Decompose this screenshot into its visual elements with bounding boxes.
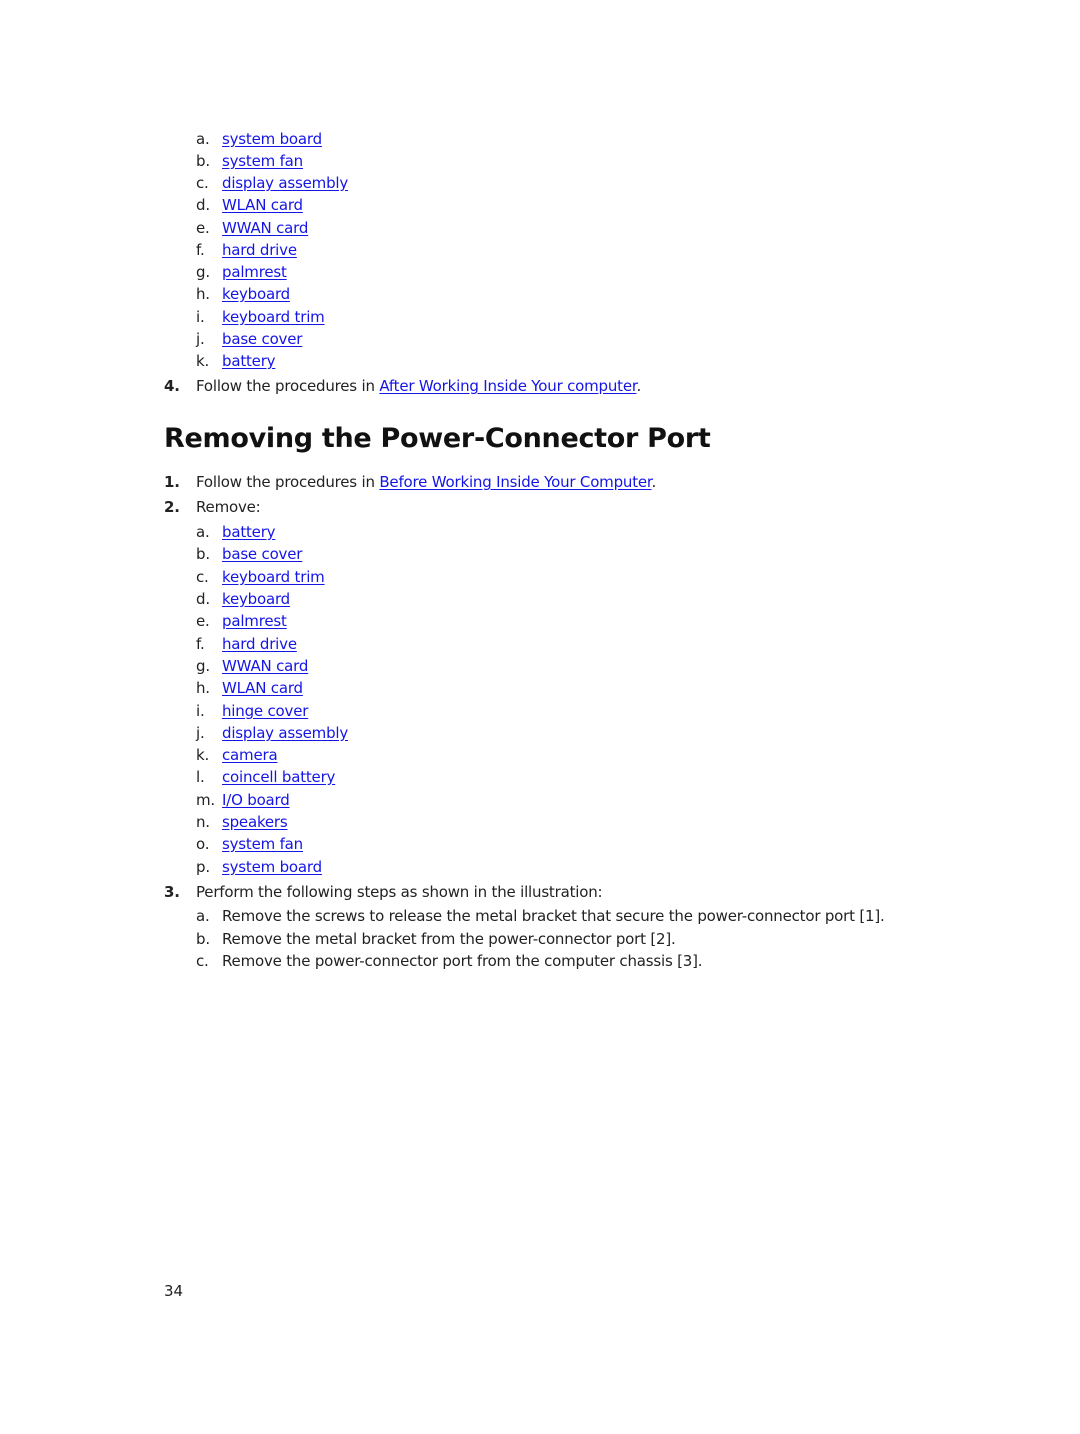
item-label: d. — [196, 590, 210, 608]
link-camera[interactable]: camera — [222, 745, 278, 765]
item-label: g. — [196, 263, 210, 281]
step-number: 2. — [164, 498, 180, 516]
item-label: o. — [196, 835, 210, 853]
link-palmrest[interactable]: palmrest — [222, 611, 287, 631]
link-battery[interactable]: battery — [222, 522, 276, 542]
link-hinge-cover[interactable]: hinge cover — [222, 701, 308, 721]
link-palmrest[interactable]: palmrest — [222, 262, 287, 282]
link-base-cover[interactable]: base cover — [222, 329, 302, 349]
item-label: p. — [196, 858, 210, 876]
item-label: b. — [196, 152, 210, 170]
item-label: j. — [196, 330, 205, 348]
step-number: 1. — [164, 473, 180, 491]
item-label: f. — [196, 635, 205, 653]
item-label: f. — [196, 241, 205, 259]
link-keyboard-trim[interactable]: keyboard trim — [222, 307, 325, 327]
item-label: b. — [196, 545, 210, 563]
step-text: Follow the procedures in After Working I… — [196, 376, 641, 396]
item-label: a. — [196, 523, 210, 541]
link-display-assembly[interactable]: display assembly — [222, 173, 348, 193]
link-system-board[interactable]: system board — [222, 129, 322, 149]
item-label: e. — [196, 612, 210, 630]
link-keyboard[interactable]: keyboard — [222, 284, 290, 304]
item-label: j. — [196, 724, 205, 742]
section-title: Removing the Power-Connector Port — [164, 423, 711, 454]
item-label: h. — [196, 285, 210, 303]
item-label: n. — [196, 813, 210, 831]
link-system-fan[interactable]: system fan — [222, 834, 303, 854]
page-number: 34 — [164, 1282, 184, 1300]
item-label: d. — [196, 196, 210, 214]
step-prefix: Follow the procedures in — [196, 377, 380, 395]
item-label: k. — [196, 352, 210, 370]
link-hard-drive[interactable]: hard drive — [222, 634, 297, 654]
item-label: i. — [196, 702, 205, 720]
link-wlan-card[interactable]: WLAN card — [222, 678, 303, 698]
link-keyboard-trim[interactable]: keyboard trim — [222, 567, 325, 587]
item-label: i. — [196, 308, 205, 326]
item-label: k. — [196, 746, 210, 764]
item-label: b. — [196, 930, 210, 948]
link-system-board[interactable]: system board — [222, 857, 322, 877]
step-number: 4. — [164, 377, 180, 395]
link-before-working-inside[interactable]: Before Working Inside Your Computer — [379, 473, 651, 491]
link-wwan-card[interactable]: WWAN card — [222, 218, 308, 238]
link-speakers[interactable]: speakers — [222, 812, 288, 832]
link-keyboard[interactable]: keyboard — [222, 589, 290, 609]
link-display-assembly[interactable]: display assembly — [222, 723, 348, 743]
link-wlan-card[interactable]: WLAN card — [222, 195, 303, 215]
link-base-cover[interactable]: base cover — [222, 544, 302, 564]
item-text: Remove the power-connector port from the… — [222, 952, 703, 970]
item-label: l. — [196, 768, 205, 786]
step-prefix: Follow the procedures in — [196, 473, 380, 491]
document-page: a. system board b. system fan c. display… — [0, 0, 1080, 1434]
link-hard-drive[interactable]: hard drive — [222, 240, 297, 260]
item-label: g. — [196, 657, 210, 675]
item-label: a. — [196, 130, 210, 148]
link-wwan-card[interactable]: WWAN card — [222, 656, 308, 676]
item-label: a. — [196, 907, 210, 925]
link-after-working-inside[interactable]: After Working Inside Your computer — [379, 377, 636, 395]
link-io-board[interactable]: I/O board — [222, 790, 290, 810]
link-battery[interactable]: battery — [222, 351, 276, 371]
item-label: c. — [196, 568, 209, 586]
step-suffix: . — [636, 377, 642, 395]
step-text: Perform the following steps as shown in … — [196, 883, 603, 901]
step-suffix: . — [651, 473, 657, 491]
item-label: c. — [196, 952, 209, 970]
link-coincell-battery[interactable]: coincell battery — [222, 767, 335, 787]
item-label: m. — [196, 791, 215, 809]
item-label: c. — [196, 174, 209, 192]
link-system-fan[interactable]: system fan — [222, 151, 303, 171]
item-text: Remove the metal bracket from the power-… — [222, 930, 676, 948]
item-text: Remove the screws to release the metal b… — [222, 907, 885, 925]
step-number: 3. — [164, 883, 180, 901]
step-text: Remove: — [196, 498, 261, 516]
item-label: h. — [196, 679, 210, 697]
step-text: Follow the procedures in Before Working … — [196, 472, 656, 492]
item-label: e. — [196, 219, 210, 237]
